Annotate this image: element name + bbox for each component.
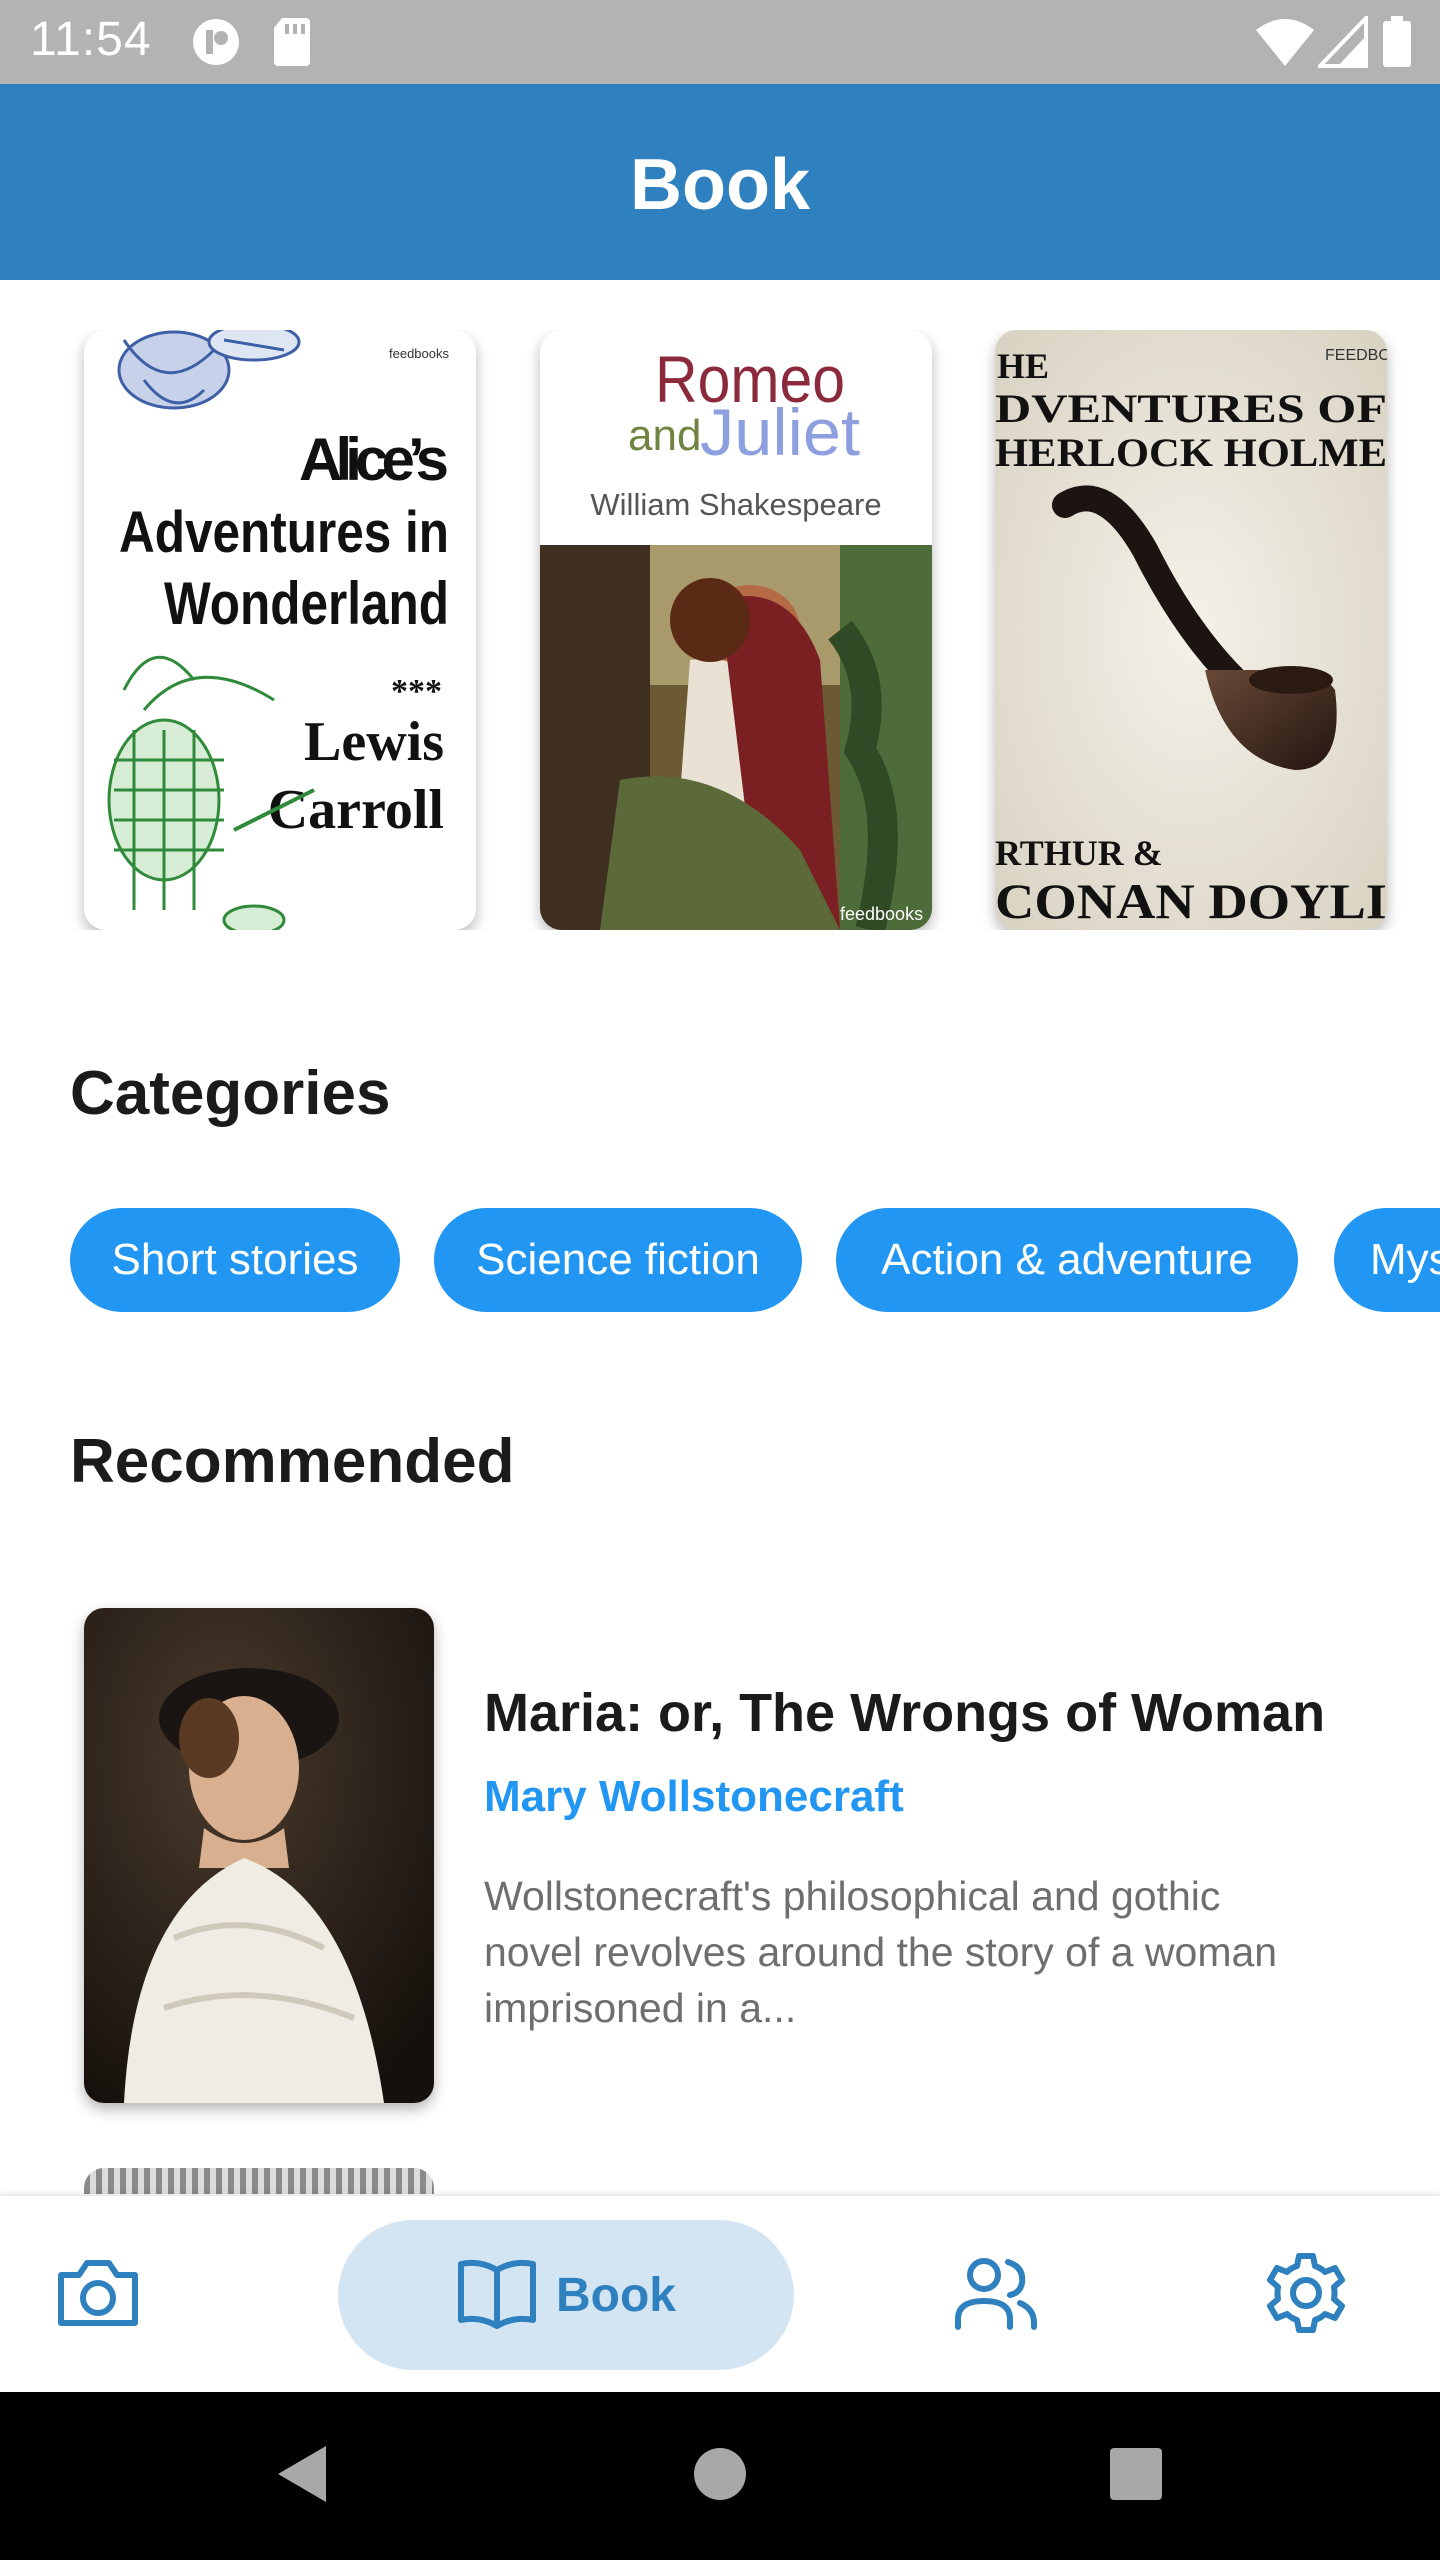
media-icon — [190, 16, 242, 73]
book-cover-alice[interactable]: feedbooks Alice’s Adventures in Wonderla… — [84, 330, 476, 930]
chip-mystery[interactable]: Mys — [1334, 1208, 1440, 1312]
romeo-publisher: feedbooks — [840, 904, 923, 924]
alice-title-1: Alice’s — [299, 426, 449, 493]
alice-publisher: feedbooks — [389, 346, 449, 361]
battery-icon — [1382, 16, 1412, 73]
settings-icon — [1263, 2250, 1349, 2341]
sherlock-cover-art: FEEDBOOKS HE DVENTURES OF HERLOCK HOLME … — [995, 330, 1387, 930]
romeo-title-bottom: Juliet — [700, 395, 860, 469]
chip-action-adventure[interactable]: Action & adventure — [836, 1208, 1298, 1312]
sherlock-title-3: HERLOCK HOLME — [995, 430, 1387, 475]
sherlock-title-2: DVENTURES OF — [995, 386, 1387, 431]
category-chips[interactable]: Short stories Science fiction Action & a… — [0, 1208, 1440, 1312]
nav-book[interactable]: Book — [338, 2220, 794, 2370]
status-time: 11:54 — [30, 13, 152, 66]
recommended-title: Recommended — [70, 1427, 515, 1496]
romeo-painting — [540, 545, 932, 930]
back-button[interactable] — [262, 2436, 342, 2516]
signal-icon — [1315, 13, 1368, 73]
recents-square-icon — [1109, 2447, 1163, 2506]
featured-books-carousel[interactable]: feedbooks Alice’s Adventures in Wonderla… — [0, 330, 1440, 930]
wifi-icon — [1254, 16, 1316, 73]
back-triangle-icon — [272, 2442, 332, 2511]
nav-people[interactable] — [945, 2196, 1045, 2394]
status-bar: 11:54 — [0, 0, 1440, 84]
bottom-navigation: Book — [0, 2194, 1440, 2392]
recommended-book-thumbnail[interactable] — [84, 1608, 434, 2103]
sherlock-author-1: RTHUR & — [995, 833, 1163, 873]
nav-settings[interactable] — [1256, 2196, 1356, 2394]
camera-icon — [53, 2253, 143, 2338]
alice-separator: *** — [391, 673, 442, 710]
alice-cover-art: feedbooks Alice’s Adventures in Wonderla… — [84, 330, 476, 930]
app-bar-title: Book — [630, 145, 810, 225]
home-circle-icon — [692, 2446, 748, 2507]
recents-button[interactable] — [1096, 2436, 1176, 2516]
home-button[interactable] — [680, 2436, 760, 2516]
sherlock-title-1: HE — [997, 346, 1049, 386]
romeo-title-and: and — [628, 411, 701, 460]
sd-card-icon — [272, 16, 312, 73]
recommended-book-author[interactable]: Mary Wollstonecraft — [484, 1772, 904, 1822]
chip-science-fiction[interactable]: Science fiction — [434, 1208, 802, 1312]
nav-camera[interactable] — [48, 2196, 148, 2394]
alice-title-2: Adventures in — [119, 500, 449, 565]
alice-title-3: Wonderland — [164, 570, 449, 637]
app-bar: Book — [0, 84, 1440, 280]
portrait-image — [84, 1608, 434, 2103]
chip-short-stories[interactable]: Short stories — [70, 1208, 400, 1312]
people-icon — [950, 2253, 1040, 2338]
book-icon — [456, 2256, 538, 2335]
recommended-book-item[interactable]: Maria: or, The Wrongs of Woman Mary Woll… — [0, 1600, 1440, 2103]
recommended-book-description: Wollstonecraft's philosophical and gothi… — [484, 1873, 1278, 2031]
romeo-author: William Shakespeare — [590, 487, 881, 522]
system-navigation-bar — [0, 2392, 1440, 2560]
alice-author-1: Lewis — [304, 711, 444, 773]
alice-author-2: Carroll — [268, 779, 444, 841]
categories-title: Categories — [70, 1059, 391, 1128]
book-cover-sherlock-holmes[interactable]: FEEDBOOKS HE DVENTURES OF HERLOCK HOLME … — [995, 330, 1387, 930]
book-cover-romeo-juliet[interactable]: Romeo and Juliet William Shakespeare fee… — [540, 330, 932, 930]
nav-book-label: Book — [556, 2268, 676, 2322]
recommended-book-title[interactable]: Maria: or, The Wrongs of Woman — [484, 1682, 1325, 1744]
romeo-cover-art: Romeo and Juliet William Shakespeare fee… — [540, 330, 932, 930]
sherlock-author-2: CONAN DOYLI — [995, 873, 1387, 929]
sherlock-publisher: FEEDBOOKS — [1325, 347, 1387, 364]
